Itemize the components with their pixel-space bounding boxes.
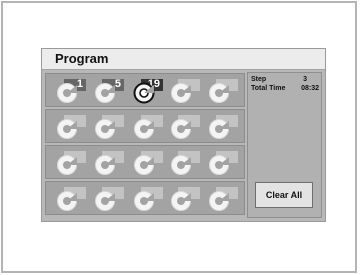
- program-slot[interactable]: [131, 187, 167, 211]
- info-panel: Step 3 Total Time 08:32 Clear All: [247, 72, 322, 218]
- program-slot[interactable]: [92, 115, 128, 139]
- disc-icon: [171, 155, 191, 175]
- title-bar: Program: [42, 49, 325, 70]
- program-slot[interactable]: [54, 115, 90, 139]
- clear-all-button[interactable]: Clear All: [255, 182, 313, 208]
- window-frame: Program 1 5 19 Step 3 Total Time 08:32 Cle…: [1, 1, 357, 273]
- program-row: [45, 181, 245, 215]
- program-slot[interactable]: [92, 151, 128, 175]
- program-slot[interactable]: [131, 151, 167, 175]
- disc-icon: [95, 191, 115, 211]
- program-slot[interactable]: [206, 115, 242, 139]
- program-slot[interactable]: [206, 79, 242, 103]
- program-row: [45, 109, 245, 143]
- disc-icon: [209, 155, 229, 175]
- program-slot[interactable]: [92, 187, 128, 211]
- program-slot[interactable]: [206, 187, 242, 211]
- disc-icon: [134, 119, 154, 139]
- program-slot[interactable]: [168, 115, 204, 139]
- program-panel: Program 1 5 19 Step 3 Total Time 08:32 Cle…: [41, 48, 326, 222]
- program-slot[interactable]: 1: [54, 78, 90, 103]
- step-row: Step 3: [251, 75, 319, 84]
- step-label: Step: [251, 76, 267, 83]
- program-slot[interactable]: [168, 79, 204, 103]
- program-slot[interactable]: [168, 187, 204, 211]
- program-title: Program: [55, 51, 109, 66]
- program-slot[interactable]: 5: [92, 78, 128, 103]
- disc-icon: [95, 155, 115, 175]
- disc-icon: [57, 83, 77, 103]
- program-grid: 1 5 19: [45, 73, 245, 217]
- disc-icon: [209, 83, 229, 103]
- disc-icon: [95, 119, 115, 139]
- disc-icon: [57, 191, 77, 211]
- program-slot[interactable]: [168, 151, 204, 175]
- program-row: 1 5 19: [45, 73, 245, 107]
- program-row: [45, 145, 245, 179]
- disc-icon: [171, 83, 191, 103]
- disc-selected-icon: [133, 82, 155, 104]
- disc-icon: [134, 155, 154, 175]
- program-slot[interactable]: 19: [131, 78, 167, 104]
- total-time-value: 08:32: [301, 85, 319, 92]
- program-slot[interactable]: [206, 151, 242, 175]
- disc-icon: [57, 119, 77, 139]
- disc-icon: [57, 155, 77, 175]
- program-slot[interactable]: [131, 115, 167, 139]
- disc-icon: [171, 119, 191, 139]
- disc-icon: [134, 191, 154, 211]
- program-slot[interactable]: [54, 187, 90, 211]
- total-time-label: Total Time: [251, 85, 286, 92]
- total-time-row: Total Time 08:32: [251, 84, 319, 93]
- disc-icon: [209, 191, 229, 211]
- program-slot[interactable]: [54, 151, 90, 175]
- disc-icon: [209, 119, 229, 139]
- disc-icon: [95, 83, 115, 103]
- disc-icon: [171, 191, 191, 211]
- step-value: 3: [303, 76, 307, 83]
